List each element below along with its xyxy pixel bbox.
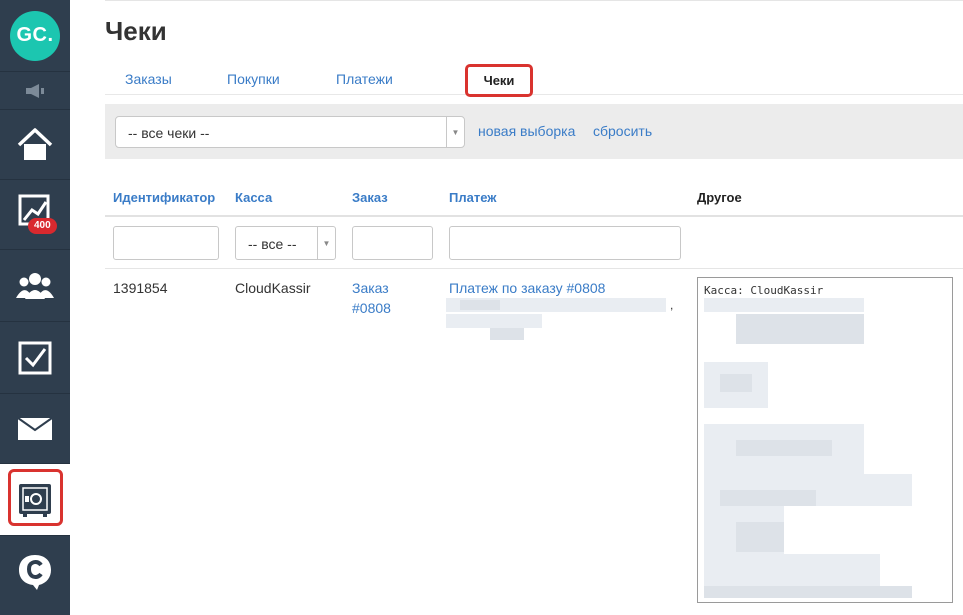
- redacted-block: [460, 300, 500, 310]
- order-link-line2: #0808: [352, 300, 391, 316]
- filter-bar: -- все чеки -- ▼ новая выборка сбросить: [105, 104, 963, 159]
- users-icon: [16, 272, 54, 299]
- tab-purchases[interactable]: Покупки: [227, 71, 280, 87]
- main-content: Чеки Заказы Покупки Платежи Чеки -- все …: [70, 0, 963, 615]
- checkbox-icon: [18, 341, 52, 374]
- row-id: 1391854: [113, 280, 168, 296]
- header-other: Другое: [697, 190, 742, 205]
- sidebar-highlight: [8, 469, 63, 526]
- sidebar-item-home[interactable]: [0, 110, 70, 180]
- id-filter-input[interactable]: [113, 226, 219, 260]
- tab-payments[interactable]: Платежи: [336, 71, 393, 87]
- header-divider: [105, 215, 963, 217]
- chat-logo-icon: [19, 555, 51, 590]
- row-divider: [105, 268, 963, 269]
- header-order[interactable]: Заказ: [352, 190, 388, 205]
- sidebar-item-reports[interactable]: 400: [0, 180, 70, 250]
- chevron-down-icon: ▼: [446, 117, 464, 147]
- announcements-item[interactable]: [0, 72, 70, 110]
- new-selection-link[interactable]: новая выборка: [478, 123, 575, 139]
- redacted-block: [704, 586, 912, 598]
- row-payment-link[interactable]: Платеж по заказу #0808: [449, 278, 605, 298]
- redacted-block: [490, 328, 524, 340]
- header-payment[interactable]: Платеж: [449, 190, 496, 205]
- page-title: Чеки: [105, 16, 167, 46]
- order-filter-input[interactable]: [352, 226, 433, 260]
- redacted-block: [704, 298, 864, 312]
- order-link-line1: Заказ: [352, 280, 389, 296]
- redacted-block: [736, 314, 864, 344]
- notification-badge: 400: [28, 218, 57, 234]
- home-icon: [17, 127, 53, 160]
- redacted-block: [720, 374, 752, 392]
- tabs: Заказы Покупки Платежи Чеки: [105, 60, 963, 97]
- chevron-down-icon: ▼: [317, 227, 335, 259]
- row-kassa: CloudKassir: [235, 280, 311, 296]
- logo-badge: GC.: [10, 10, 60, 61]
- sidebar-item-users[interactable]: [0, 250, 70, 322]
- sidebar-item-mail[interactable]: [0, 394, 70, 464]
- reset-link[interactable]: сбросить: [593, 123, 652, 139]
- megaphone-icon: [26, 83, 44, 98]
- redacted-block: [446, 314, 542, 328]
- payment-filter-input[interactable]: [449, 226, 681, 260]
- receipts-filter-select[interactable]: -- все чеки -- ▼: [115, 116, 465, 148]
- tab-orders[interactable]: Заказы: [125, 71, 172, 87]
- redacted-block: [704, 554, 880, 586]
- kassa-filter-select[interactable]: -- все -- ▼: [235, 226, 336, 260]
- other-details-box: Касса: CloudKassir: [697, 277, 953, 603]
- kassa-select-value: -- все --: [248, 236, 297, 252]
- sidebar: GC. 400: [0, 0, 70, 615]
- row-order-link[interactable]: Заказ #0808: [352, 278, 391, 318]
- select-value: -- все чеки --: [128, 125, 210, 141]
- tab-receipts[interactable]: Чеки: [465, 64, 533, 97]
- redacted-block: [736, 522, 784, 552]
- redacted-block: [720, 490, 816, 506]
- other-kassa-text: Касса: CloudKassir: [704, 284, 824, 297]
- sidebar-item-chat[interactable]: [0, 536, 70, 608]
- header-kassa[interactable]: Касса: [235, 190, 272, 205]
- top-divider: [105, 0, 963, 1]
- redacted-block: [736, 440, 832, 456]
- header-id[interactable]: Идентификатор: [113, 190, 215, 205]
- mail-icon: [17, 416, 53, 440]
- sidebar-item-tasks[interactable]: [0, 322, 70, 394]
- logo[interactable]: GC.: [0, 0, 70, 72]
- payment-suffix: ,: [670, 298, 674, 312]
